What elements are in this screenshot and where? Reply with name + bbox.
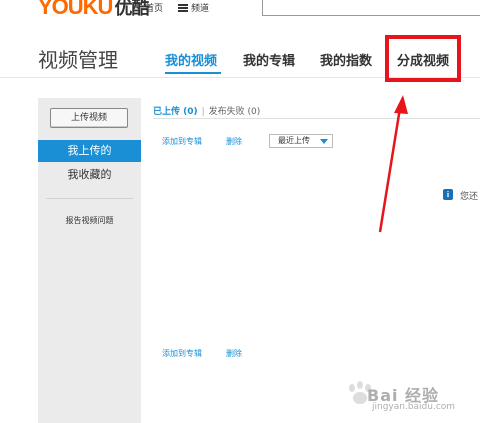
logo-cn: 优酷	[114, 0, 149, 18]
arrow-shaft	[378, 107, 402, 233]
top-bar: YOUKU 优酷 首页 频道	[0, 0, 480, 20]
sort-selected-value: 最近上传	[278, 136, 310, 145]
status-uploaded-tab[interactable]: 已上传 (0)	[153, 107, 198, 117]
add-to-album-link-bottom[interactable]: 添加到专辑	[162, 348, 202, 359]
status-separator: |	[201, 107, 205, 117]
delete-link-bottom[interactable]: 删除	[226, 348, 242, 359]
delete-link[interactable]: 删除	[226, 136, 242, 147]
tab-my-videos[interactable]: 我的视频	[165, 50, 217, 69]
sidebar-item-my-favorites[interactable]: 我收藏的	[38, 164, 141, 186]
sidebar-divider	[46, 198, 133, 199]
add-to-album-link[interactable]: 添加到专辑	[162, 136, 202, 147]
nav-channel-label: 频道	[191, 4, 210, 14]
status-tabs: 已上传 (0) | 发布失败 (0)	[153, 104, 260, 117]
chevron-down-icon	[320, 139, 328, 144]
highlight-annotation-box	[385, 35, 461, 82]
nav-home-link[interactable]: 首页	[145, 1, 163, 14]
main-divider	[153, 118, 480, 119]
tab-my-albums[interactable]: 我的专辑	[243, 50, 295, 69]
menu-icon	[178, 4, 188, 12]
status-failed-tab[interactable]: 发布失败 (0)	[209, 107, 261, 117]
sidebar-item-my-uploads[interactable]: 我上传的	[38, 140, 141, 162]
active-tab-underline	[165, 72, 221, 74]
upload-video-button[interactable]: 上传视频	[50, 108, 128, 128]
youku-logo[interactable]: YOUKU 优酷	[38, 0, 149, 21]
sort-select[interactable]: 最近上传	[269, 134, 333, 148]
watermark-url: jingyan.baidu.com	[372, 402, 456, 412]
empty-info-text: 您还	[460, 192, 479, 202]
search-input[interactable]	[262, 0, 480, 16]
arrow-head	[394, 95, 408, 114]
logo-latin: YOUKU	[38, 0, 113, 19]
info-icon: i	[443, 189, 453, 200]
tab-my-index[interactable]: 我的指数	[320, 50, 372, 69]
nav-channel-link[interactable]: 频道	[178, 1, 209, 14]
sidebar: 上传视频 我上传的 我收藏的 报告视频问题	[38, 98, 141, 423]
page-title: 视频管理	[38, 48, 118, 72]
report-video-link[interactable]: 报告视频问题	[38, 215, 141, 226]
